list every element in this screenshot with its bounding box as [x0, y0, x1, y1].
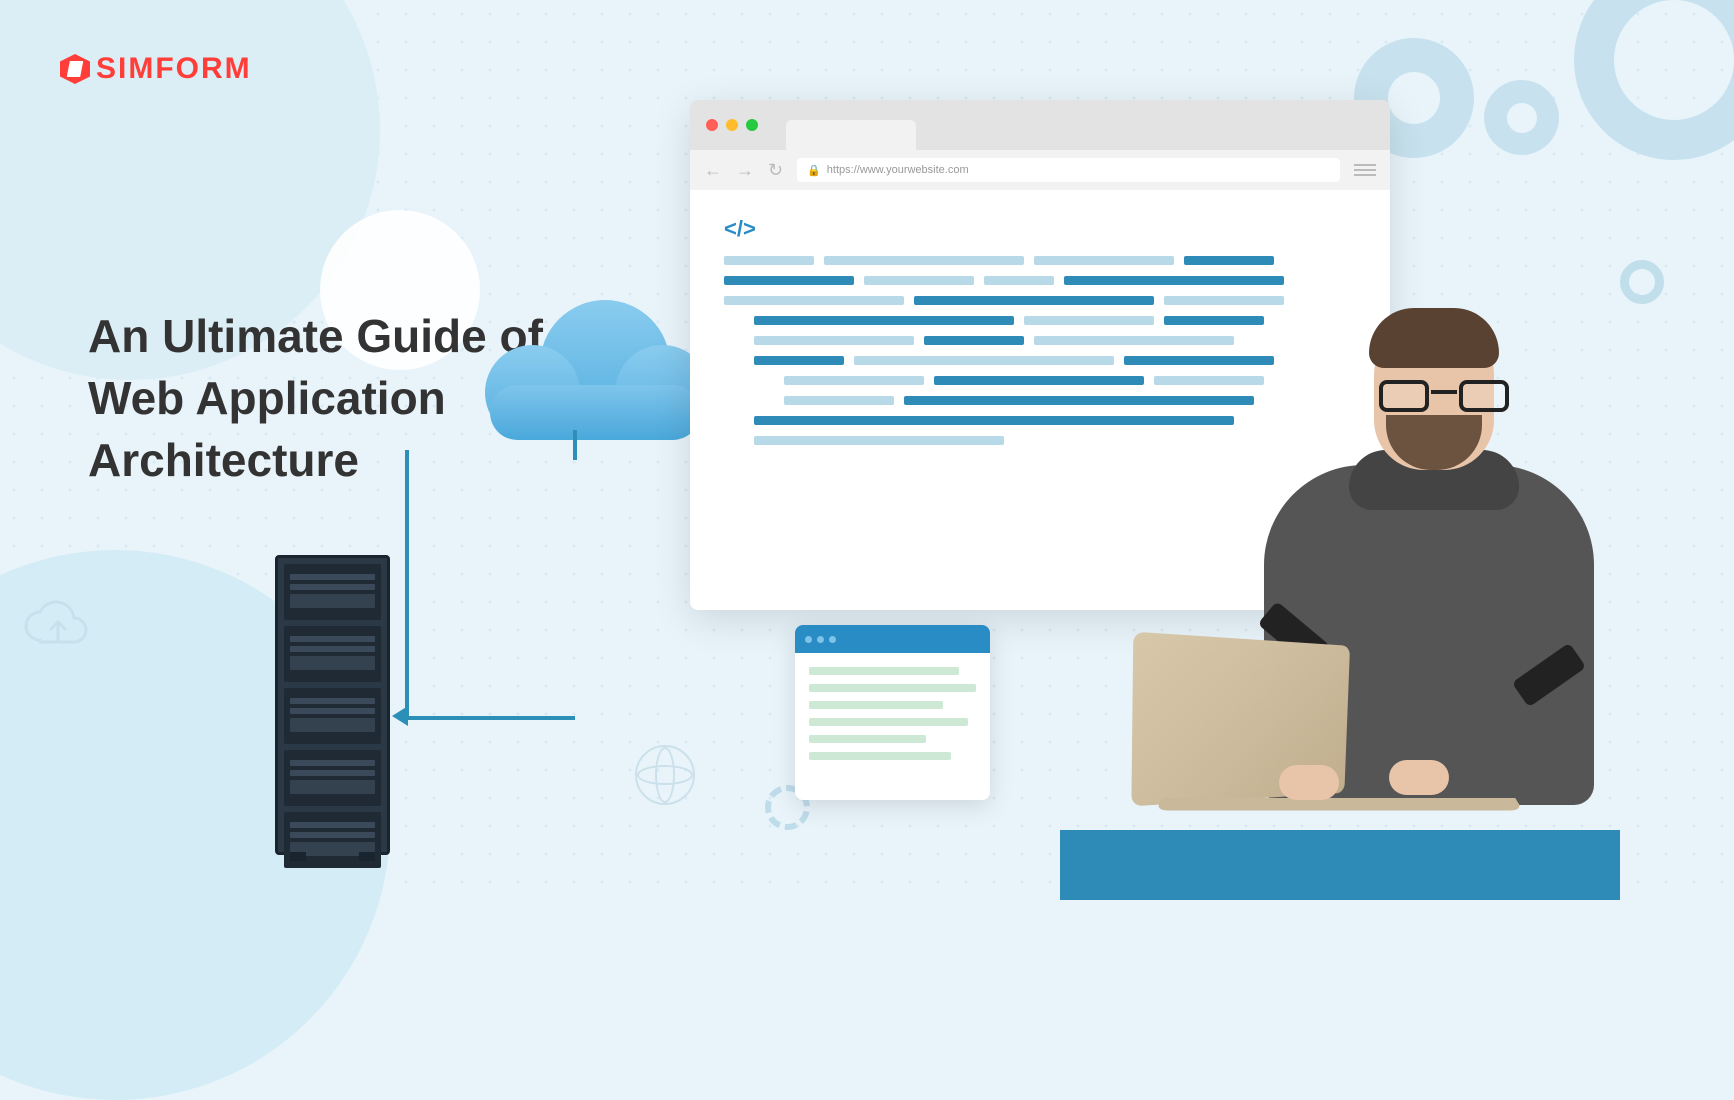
reload-icon: ↻	[768, 160, 783, 181]
mini-titlebar	[795, 625, 990, 653]
cloud-icon	[480, 290, 710, 450]
address-bar: 🔒 https://www.yourwebsite.com	[797, 158, 1340, 182]
browser-toolbar: ← → ↻ 🔒 https://www.yourwebsite.com	[690, 150, 1390, 190]
url-text: https://www.yourwebsite.com	[827, 164, 969, 176]
person-illustration	[1114, 290, 1634, 850]
connector-line	[405, 450, 575, 720]
gear-icon	[1484, 80, 1559, 155]
traffic-light-zoom-icon	[746, 119, 758, 131]
traffic-light-close-icon	[706, 119, 718, 131]
server-icon	[275, 555, 390, 855]
lock-icon: 🔒	[807, 164, 821, 177]
forward-icon: →	[736, 160, 754, 181]
logo-mark-icon	[60, 54, 90, 84]
browser-titlebar	[690, 100, 1390, 150]
menu-icon	[1354, 164, 1376, 176]
browser-tab	[786, 120, 916, 150]
simform-logo: SIMFORM	[60, 52, 252, 86]
traffic-light-minimize-icon	[726, 119, 738, 131]
cloud-upload-icon	[18, 600, 98, 655]
globe-icon	[635, 745, 695, 805]
code-tag-icon: </>	[724, 216, 1356, 242]
logo-text: SIMFORM	[96, 52, 252, 86]
arrow-left-icon	[392, 706, 408, 726]
back-icon: ←	[704, 160, 722, 181]
mini-window	[795, 625, 990, 800]
